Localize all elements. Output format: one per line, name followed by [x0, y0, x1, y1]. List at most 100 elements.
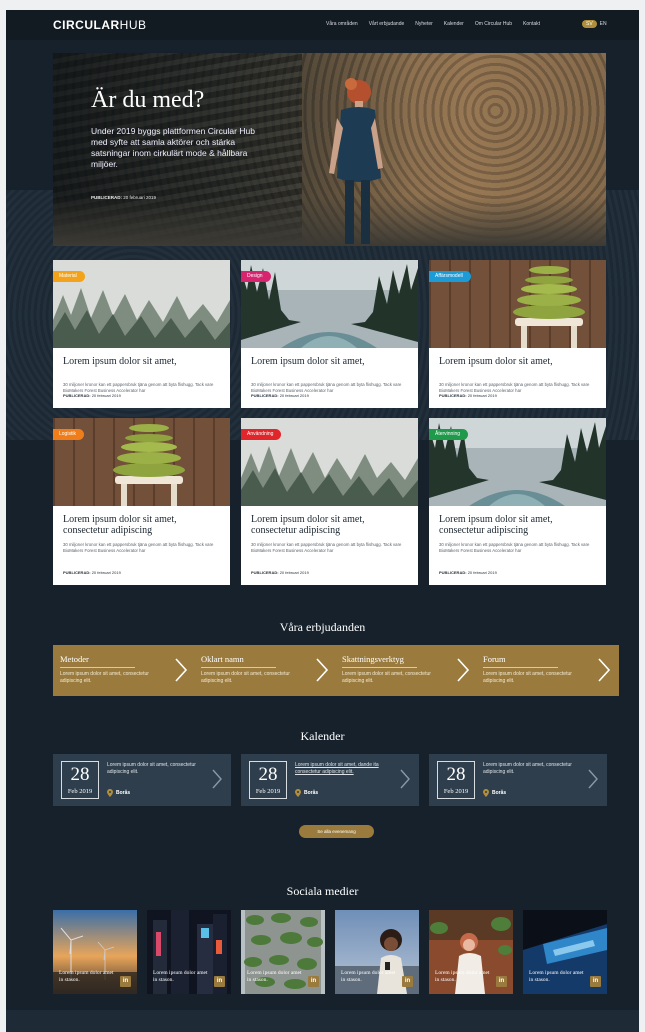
offering-text: Lorem ipsum dolor sit amet, consectetur …	[483, 671, 572, 684]
card-pub-date: 20 februari 2019	[91, 393, 121, 398]
chevron-right-icon	[598, 658, 611, 682]
logo-thin: HUB	[119, 18, 147, 32]
event-text-link[interactable]: Lorem ipsum dolor sit amet, dande ita co…	[295, 762, 395, 776]
hero-lead: Under 2019 byggs plattformen Circular Hu…	[91, 126, 255, 169]
social-post-text: Lorem ipsum dolor amet in stason.	[435, 970, 490, 983]
news-card[interactable]: Material Lorem ipsum dolor sit amet, 30 …	[53, 260, 230, 408]
chevron-right-icon	[212, 769, 222, 789]
card-title[interactable]: Lorem ipsum dolor sit amet,	[63, 356, 223, 367]
card-pub-date: 20 februari 2019	[279, 570, 309, 575]
lang-en-button[interactable]: EN	[600, 21, 607, 27]
social-post-text: Lorem ipsum dolor amet in stason.	[529, 970, 584, 983]
location-pin-icon	[107, 789, 113, 797]
card-excerpt: 30 miljoner kronor kan ett pappersbruk t…	[251, 542, 402, 553]
event-text: Lorem ipsum dolor sit amet, consectetur …	[483, 762, 572, 775]
social-post[interactable]: Lorem ipsum dolor amet in stason. in	[335, 910, 419, 994]
all-events-button[interactable]: Se alla evenemang	[299, 825, 374, 838]
card-tag[interactable]: Affärsmodell	[429, 271, 471, 282]
offering-title: Metoder	[60, 654, 89, 664]
card-pub-label: PUBLICERAD:	[251, 570, 279, 575]
linkedin-icon[interactable]: in	[308, 976, 319, 987]
event-location: Borås	[107, 789, 130, 797]
offering-card-oklart-namn[interactable]: Oklart namn Lorem ipsum dolor sit amet, …	[194, 645, 337, 696]
logo-bold: CIRCULAR	[53, 18, 120, 32]
nav-link-nyheter[interactable]: Nyheter	[415, 21, 433, 27]
social-post[interactable]: Lorem ipsum dolor amet in stason. in	[523, 910, 607, 994]
hero-banner[interactable]: Är du med? Under 2019 byggs plattformen …	[53, 53, 606, 246]
card-title[interactable]: Lorem ipsum dolor sit amet, consectetur …	[63, 514, 223, 536]
offering-card-metoder[interactable]: Metoder Lorem ipsum dolor sit amet, cons…	[53, 645, 196, 696]
nav-link-kontakt[interactable]: Kontakt	[523, 21, 540, 27]
offering-card-forum[interactable]: Forum Lorem ipsum dolor sit amet, consec…	[476, 645, 619, 696]
calendar-event[interactable]: 28 Feb 2019 Lorem ipsum dolor sit amet, …	[53, 754, 231, 806]
news-card[interactable]: Design Lorem ipsum dolor sit amet, 30 mi…	[241, 260, 418, 408]
card-date: PUBLICERAD: 20 februari 2019	[63, 570, 121, 575]
social-post-text: Lorem ipsum dolor amet in stason.	[59, 970, 114, 983]
footer-band	[6, 1010, 639, 1032]
linkedin-icon[interactable]: in	[402, 976, 413, 987]
calendar-event[interactable]: 28 Feb 2019 Lorem ipsum dolor sit amet, …	[429, 754, 607, 806]
event-day: 28	[446, 764, 466, 785]
linkedin-icon[interactable]: in	[214, 976, 225, 987]
linkedin-icon[interactable]: in	[590, 976, 601, 987]
circular-hub-logo[interactable]: CIRCULARHUB	[53, 18, 147, 32]
card-title[interactable]: Lorem ipsum dolor sit amet, consectetur …	[251, 514, 411, 536]
social-post-text: Lorem ipsum dolor amet in stason.	[341, 970, 396, 983]
nav-link-kalender[interactable]: Kalender	[444, 21, 464, 27]
card-tag[interactable]: Design	[241, 271, 271, 282]
offering-divider	[201, 667, 276, 668]
news-card[interactable]: Användning Lorem ipsum dolor sit amet, c…	[241, 418, 418, 585]
social-post[interactable]: Lorem ipsum dolor amet in stason. in	[241, 910, 325, 994]
card-pub-label: PUBLICERAD:	[439, 393, 467, 398]
card-title[interactable]: Lorem ipsum dolor sit amet,	[439, 356, 599, 367]
hero-pub-label: PUBLICERAD:	[91, 195, 122, 200]
social-post[interactable]: Lorem ipsum dolor amet in stason. in	[53, 910, 137, 994]
card-tag[interactable]: Material	[53, 271, 85, 282]
social-post-text: Lorem ipsum dolor amet in stason.	[247, 970, 302, 983]
chevron-right-icon	[400, 769, 410, 789]
card-excerpt: 30 miljoner kronor kan ett pappersbruk t…	[63, 382, 214, 393]
offering-title: Oklart namn	[201, 654, 244, 664]
offering-divider	[342, 667, 417, 668]
card-pub-label: PUBLICERAD:	[63, 570, 91, 575]
hero-title: Är du med?	[91, 87, 205, 113]
calendar-event[interactable]: 28 Feb 2019 Lorem ipsum dolor sit amet, …	[241, 754, 419, 806]
card-tag[interactable]: Användning	[241, 429, 282, 440]
news-card[interactable]: Återvinning Lorem ipsum dolor sit amet, …	[429, 418, 606, 585]
news-card[interactable]: Affärsmodell Lorem ipsum dolor sit amet,…	[429, 260, 606, 408]
chevron-right-icon	[457, 658, 470, 682]
page: CIRCULARHUB Våra områden Vårt erbjudande…	[6, 0, 639, 1032]
lang-sv-button[interactable]: SV	[582, 20, 597, 28]
card-excerpt: 30 miljoner kronor kan ett pappersbruk t…	[439, 382, 590, 393]
nav-link-om-circular-hub[interactable]: Om Circular Hub	[475, 21, 512, 27]
nav-link-vara-omraden[interactable]: Våra områden	[326, 21, 358, 27]
linkedin-icon[interactable]: in	[120, 976, 131, 987]
card-title[interactable]: Lorem ipsum dolor sit amet, consectetur …	[439, 514, 599, 536]
main-nav: Våra områden Vårt erbjudande Nyheter Kal…	[326, 21, 540, 27]
card-excerpt: 30 miljoner kronor kan ett pappersbruk t…	[251, 382, 402, 393]
offering-divider	[60, 667, 135, 668]
card-excerpt: 30 miljoner kronor kan ett pappersbruk t…	[439, 542, 590, 553]
nav-link-vart-erbjudande[interactable]: Vårt erbjudande	[369, 21, 405, 27]
hero-pub-date: 20 februari 2019	[123, 195, 157, 200]
offering-card-skattningsverktyg[interactable]: Skattningsverktyg Lorem ipsum dolor sit …	[335, 645, 478, 696]
event-date-box: 28 Feb 2019	[437, 761, 475, 799]
card-tag[interactable]: Återvinning	[429, 429, 469, 440]
social-post[interactable]: Lorem ipsum dolor amet in stason. in	[147, 910, 231, 994]
social-post[interactable]: Lorem ipsum dolor amet in stason. in	[429, 910, 513, 994]
hero-published: PUBLICERAD: 20 februari 2019	[91, 195, 156, 200]
card-tag[interactable]: Logistik	[53, 429, 84, 440]
social-post-text: Lorem ipsum dolor amet in stason.	[153, 970, 208, 983]
card-pub-date: 20 februari 2019	[91, 570, 121, 575]
card-title[interactable]: Lorem ipsum dolor sit amet,	[251, 356, 411, 367]
event-month: Feb 2019	[67, 788, 93, 795]
event-month: Feb 2019	[255, 788, 281, 795]
event-day: 28	[258, 764, 278, 785]
event-location: Borås	[295, 789, 318, 797]
linkedin-icon[interactable]: in	[496, 976, 507, 987]
event-text: Lorem ipsum dolor sit amet, consectetur …	[107, 762, 196, 775]
hero-person-image	[329, 78, 383, 244]
event-month: Feb 2019	[443, 788, 469, 795]
offering-title: Forum	[483, 654, 506, 664]
news-card[interactable]: Logistik Lorem ipsum dolor sit amet, con…	[53, 418, 230, 585]
